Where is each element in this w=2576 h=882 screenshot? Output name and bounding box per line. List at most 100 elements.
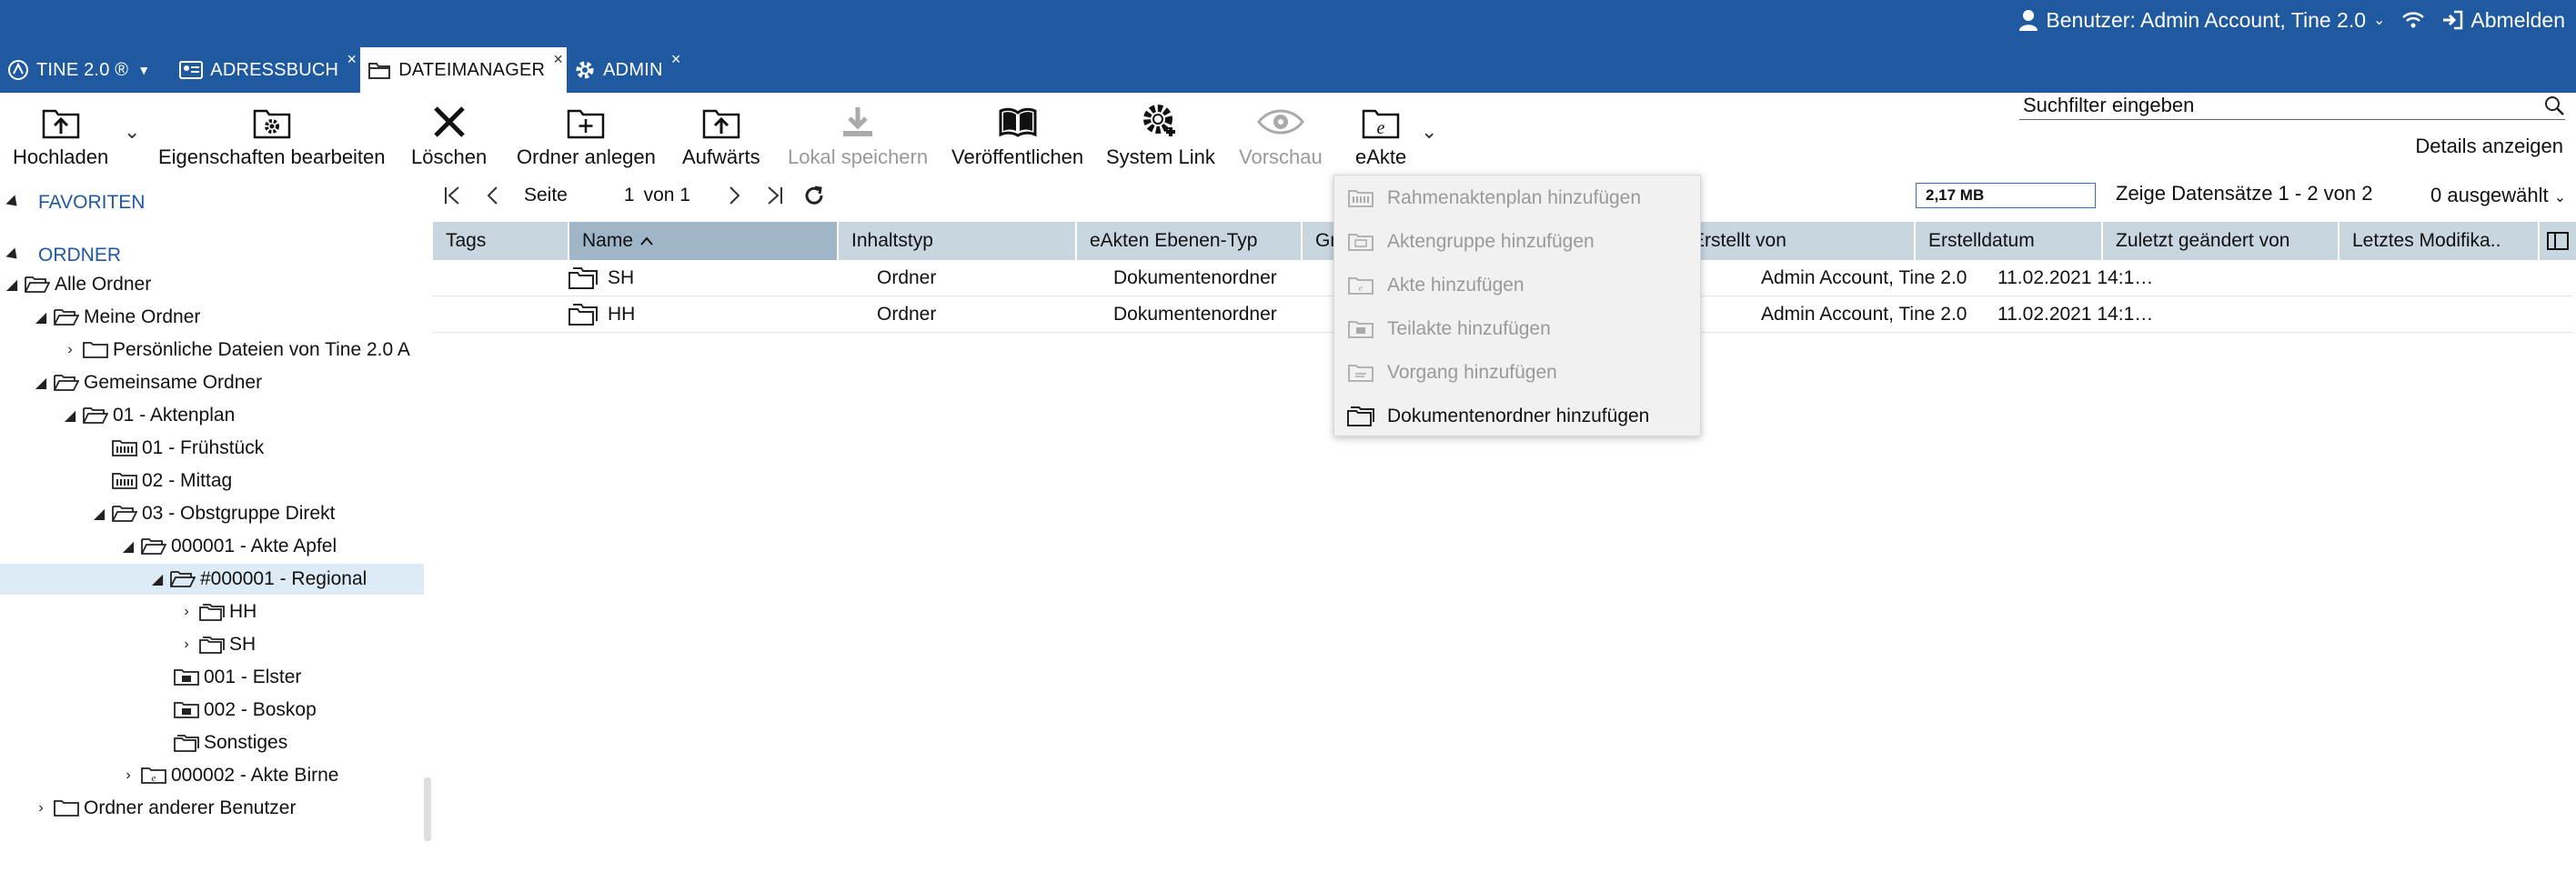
folders-header[interactable]: ORDNER (0, 242, 121, 269)
collapse-icon[interactable]: ◢ (33, 374, 49, 392)
tree-node-persoenliche-dateien[interactable]: › Persönliche Dateien von Tine 2.0 A (0, 335, 424, 366)
column-content-type[interactable]: Inhaltstyp (839, 222, 1077, 260)
tab-admin[interactable]: ADMIN × (567, 47, 684, 93)
tree-node-aktenplan[interactable]: ◢ 01 - Aktenplan (0, 400, 424, 431)
delete-button[interactable]: Löschen (411, 102, 487, 169)
collapse-icon[interactable]: ◢ (120, 537, 136, 556)
page-number-input[interactable]: 1 (624, 185, 635, 206)
folders-label: ORDNER (38, 245, 122, 266)
tab-tine[interactable]: TINE 2.0 ® ▼ (0, 47, 172, 93)
user-menu[interactable]: Benutzer: Admin Account, Tine 2.0 ⌄ (2018, 8, 2385, 33)
columns-icon (2547, 232, 2569, 250)
tree-node-elster[interactable]: 001 - Elster (0, 662, 424, 693)
favorites-header[interactable]: FAVORITEN (0, 189, 145, 216)
tree-node-ordner-anderer-benutzer[interactable]: › Ordner anderer Benutzer (0, 793, 424, 824)
tree-node-fruehstueck[interactable]: 01 - Frühstück (0, 433, 424, 464)
upload-dropdown-icon[interactable]: ⌄ (124, 120, 140, 144)
tab-dateimanager[interactable]: DATEIMANAGER × (360, 47, 568, 93)
eakte-dropdown-icon[interactable]: ⌄ (1421, 120, 1437, 144)
tree-node-akte-apfel[interactable]: ◢ 000001 - Akte Apfel (0, 531, 424, 562)
next-page-icon[interactable] (714, 185, 754, 206)
eakte-folder-icon: e (141, 767, 166, 784)
tree-node-regional[interactable]: ◢ #000001 - Regional (0, 564, 424, 595)
save-locally-button[interactable]: Lokal speichern (788, 102, 928, 169)
column-name[interactable]: Name (569, 222, 839, 260)
logout-icon (2443, 10, 2463, 30)
collapse-icon[interactable]: ◢ (33, 308, 49, 326)
eakte-button[interactable]: e eAkte (1355, 102, 1406, 169)
caret-down-icon[interactable]: ▼ (137, 63, 150, 77)
delete-icon (433, 106, 465, 137)
column-eakte-level[interactable]: eAkten Ebenen-Typ (1077, 222, 1303, 260)
panel-splitter[interactable] (424, 777, 431, 841)
eakte-subfile-icon (1348, 321, 1374, 338)
expand-icon[interactable]: › (120, 767, 136, 784)
column-last-modified[interactable]: Letztes Modifika.. (2340, 222, 2540, 260)
edit-properties-button[interactable]: Eigenschaften bearbeiten (158, 102, 386, 169)
folder-up-icon (702, 109, 740, 139)
column-modified-by[interactable]: Zuletzt geändert von (2103, 222, 2340, 260)
eakte-plan-icon (1348, 190, 1374, 207)
upload-button[interactable]: Hochladen (13, 102, 108, 169)
last-page-icon[interactable] (754, 185, 794, 206)
details-toggle[interactable]: Details anzeigen (2415, 135, 2563, 158)
expand-icon[interactable]: › (178, 604, 195, 620)
tree-node-akte-birne[interactable]: › e 000002 - Akte Birne (0, 760, 424, 791)
menu-item-vorgang[interactable]: Vorgang hinzufügen (1334, 352, 1702, 394)
create-folder-button[interactable]: Ordner anlegen (517, 102, 656, 169)
collapse-icon[interactable] (5, 247, 22, 264)
column-tags[interactable]: Tags (433, 222, 569, 260)
tree-node-gemeinsame-ordner[interactable]: ◢ Gemeinsame Ordner (0, 367, 424, 398)
tree-node-meine-ordner[interactable]: ◢ Meine Ordner (0, 302, 424, 333)
column-picker[interactable] (2540, 222, 2576, 260)
search-input[interactable]: Suchfilter eingeben (2019, 94, 2543, 117)
tree-node-mittag[interactable]: 02 - Mittag (0, 466, 424, 496)
filemanager-icon (368, 63, 391, 79)
tree-node-label: Gemeinsame Ordner (84, 372, 263, 393)
prev-page-icon[interactable] (473, 185, 513, 206)
menu-item-rahmenaktenplan[interactable]: Rahmenaktenplan hinzufügen (1334, 177, 1702, 219)
tree-node-boskop[interactable]: 002 - Boskop (0, 695, 424, 726)
tree-node-label: 002 - Boskop (204, 699, 317, 720)
column-label: Erstellt von (1692, 230, 1786, 251)
system-link-button[interactable]: System Link (1106, 102, 1215, 169)
eakte-group-icon (1348, 234, 1374, 251)
collapse-icon[interactable]: ◢ (62, 406, 78, 425)
collapse-icon[interactable] (5, 195, 22, 211)
tree-node-sh[interactable]: › SH (0, 629, 424, 660)
close-icon[interactable]: × (553, 51, 563, 67)
cell-created-by: Admin Account, Tine 2.0 (1761, 267, 1967, 288)
tree-node-hh[interactable]: › HH (0, 596, 424, 627)
close-icon[interactable]: × (347, 51, 357, 67)
tree-node-obstgruppe-direkt[interactable]: ◢ 03 - Obstgruppe Direkt (0, 498, 424, 529)
menu-item-aktengruppe[interactable]: Aktengruppe hinzufügen (1334, 221, 1702, 263)
tree-node-alle-ordner[interactable]: ◢ Alle Ordner (0, 269, 424, 300)
collapse-icon[interactable]: ◢ (149, 570, 166, 588)
expand-icon[interactable]: › (62, 342, 78, 358)
refresh-icon[interactable] (794, 184, 834, 207)
menu-item-teilakte[interactable]: Teilakte hinzufügen (1334, 308, 1702, 350)
collapse-icon[interactable]: ◢ (4, 276, 20, 294)
logout-button[interactable]: Abmelden (2441, 8, 2565, 33)
up-button[interactable]: Aufwärts (682, 102, 760, 169)
search-filter[interactable]: Suchfilter eingeben (2019, 91, 2565, 120)
preview-button[interactable]: Vorschau (1239, 102, 1323, 169)
close-icon[interactable]: × (671, 51, 681, 67)
column-created-by[interactable]: Erstellt von (1679, 222, 1916, 260)
tab-adressbuch[interactable]: ADRESSBUCH × (172, 47, 360, 93)
collapse-icon[interactable]: ◢ (91, 505, 107, 523)
menu-item-akte[interactable]: e Akte hinzufügen (1334, 265, 1702, 306)
search-icon[interactable] (2543, 95, 2565, 116)
tree-node-label: Meine Ordner (84, 306, 201, 327)
publish-button[interactable]: Veröffentlichen (951, 102, 1083, 169)
folder-icon (83, 342, 108, 358)
selection-count[interactable]: 0 ausgewählt ⌄ (2430, 184, 2566, 207)
row-icon (568, 260, 599, 296)
expand-icon[interactable]: › (178, 636, 195, 653)
first-page-icon[interactable] (433, 185, 473, 206)
tree-node-sonstiges[interactable]: Sonstiges (0, 727, 424, 758)
column-created-date[interactable]: Erstelldatum (1916, 222, 2103, 260)
menu-item-dokumentenordner[interactable]: Dokumentenordner hinzufügen (1334, 396, 1702, 437)
expand-icon[interactable]: › (33, 800, 49, 817)
upload-label: Hochladen (13, 145, 109, 168)
